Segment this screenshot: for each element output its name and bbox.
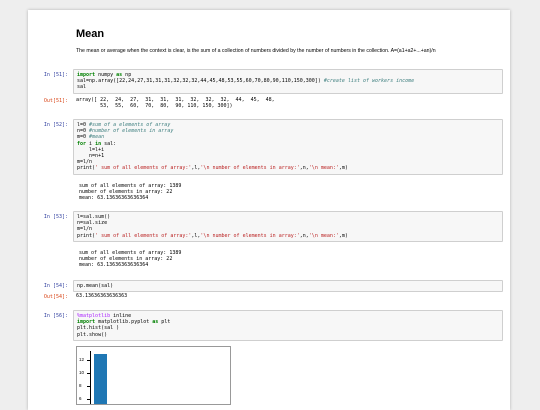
y-tick-label: 10 xyxy=(79,370,85,376)
output-prompt: Out[51]: xyxy=(43,98,68,104)
output-line: mean: 63.13636363636364 xyxy=(76,195,149,202)
code-text: plt.show() xyxy=(77,331,108,338)
output-53: sum of all elements of array: 1389 numbe… xyxy=(76,250,181,269)
code-text: plt.hist(sal ) xyxy=(77,325,120,332)
code-text: ,m) xyxy=(338,232,348,239)
code-text: np xyxy=(122,72,132,78)
input-prompt: In [53]: xyxy=(43,214,68,220)
code-text: np.mean(sal) xyxy=(77,283,114,289)
keyword: import xyxy=(77,319,96,326)
output-line: mean: 63.13636363636364 xyxy=(76,262,149,269)
code-text: n=sal.size xyxy=(77,220,108,227)
code-text: n=n+1 xyxy=(77,153,105,160)
output-line: sum of all elements of array: 1389 xyxy=(76,183,182,189)
code-text: l=l+i xyxy=(77,146,105,153)
input-prompt: In [56]: xyxy=(43,313,68,319)
code-text: l=sal.sum() xyxy=(77,214,111,220)
code-text: numpy xyxy=(95,72,117,78)
input-prompt: In [52]: xyxy=(43,122,68,128)
string-literal: '\n mean:' xyxy=(308,165,339,172)
keyword: for xyxy=(77,140,87,147)
output-line: 53, 55, 60, 70, 80, 90, 110, 150, 300]) xyxy=(76,103,233,110)
string-literal: ' sum of all elements of array:' xyxy=(95,232,192,239)
code-text: n=0 xyxy=(77,128,90,135)
string-literal: '\n number of elements in array:' xyxy=(200,232,300,239)
code-text: matplotlib.pyplot xyxy=(95,319,153,326)
code-text: sal xyxy=(77,84,87,91)
code-cell-53[interactable]: l=sal.sum() n=sal.size m=l/n print(' sum… xyxy=(73,211,503,242)
code-text: i xyxy=(86,140,96,147)
output-line: number of elements in array: 22 xyxy=(76,256,173,263)
output-line: number of elements in array: 22 xyxy=(76,189,173,196)
y-tick-label: 6 xyxy=(79,396,82,402)
markdown-heading: Mean xyxy=(76,28,105,40)
code-text: m=l/n xyxy=(77,159,93,166)
code-comment: #sum of a elements of array xyxy=(89,122,171,128)
histogram-plot: 12 10 8 6 xyxy=(76,346,231,405)
output-54: 63.13636363636363 xyxy=(76,293,128,299)
code-text: ,n, xyxy=(299,232,309,239)
output-prompt: Out[54]: xyxy=(43,294,68,300)
markdown-description: The mean or average when the context is … xyxy=(76,48,436,54)
string-literal: '\n number of elements in array:' xyxy=(200,165,300,172)
input-prompt: In [51]: xyxy=(43,72,68,78)
code-text: m=0 xyxy=(77,134,90,141)
histogram-bar xyxy=(94,353,107,404)
code-text: m=l/n xyxy=(77,226,93,233)
code-cell-52[interactable]: l=0 #sum of a elements of array n=0 #num… xyxy=(73,119,503,175)
code-cell-51[interactable]: import numpy as np sal=np.array([22,24,2… xyxy=(73,69,503,94)
y-tick-label: 12 xyxy=(79,357,85,363)
code-comment: #mean xyxy=(89,134,105,141)
string-literal: '\n mean:' xyxy=(308,232,339,239)
y-tick-label: 8 xyxy=(79,383,82,389)
code-text: print( xyxy=(77,165,96,172)
code-text: inline xyxy=(110,313,132,319)
output-51: array([ 22, 24, 27, 31, 31, 31, 32, 32, … xyxy=(76,97,275,109)
code-text: ,m) xyxy=(338,165,348,172)
code-comment: #number of elements in array xyxy=(89,128,174,135)
output-line: array([ 22, 24, 27, 31, 31, 31, 32, 32, … xyxy=(76,97,275,103)
input-prompt: In [54]: xyxy=(43,283,68,289)
output-line: sum of all elements of array: 1389 xyxy=(76,250,182,256)
code-text: sal=np.array([22,24,27,31,31,31,32,32,32… xyxy=(77,78,324,85)
string-literal: ' sum of all elements of array:' xyxy=(95,165,192,172)
code-text: sal: xyxy=(101,140,117,147)
code-text: print( xyxy=(77,232,96,239)
code-cell-54[interactable]: np.mean(sal) xyxy=(73,280,503,293)
code-text: l=0 xyxy=(77,122,90,128)
keyword: import xyxy=(77,72,96,78)
magic-command: %matplotlib xyxy=(77,313,111,319)
code-comment: #create list of workers income xyxy=(323,78,415,85)
code-text: ,n, xyxy=(299,165,309,172)
code-text: plt xyxy=(158,319,171,326)
code-cell-56[interactable]: %matplotlib inline import matplotlib.pyp… xyxy=(73,310,503,341)
y-axis-line xyxy=(90,351,91,404)
output-52: sum of all elements of array: 1389 numbe… xyxy=(76,183,181,202)
